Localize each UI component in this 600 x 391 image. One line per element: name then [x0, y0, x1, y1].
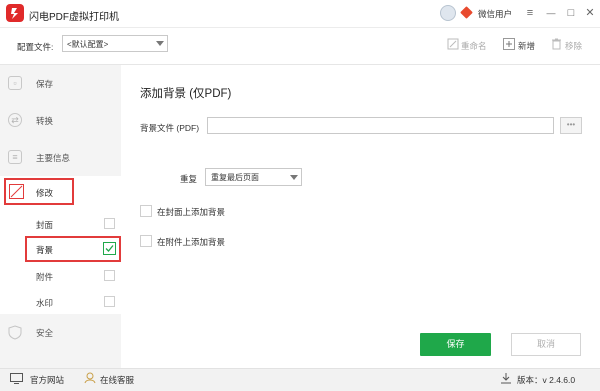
maximize-button[interactable]: □: [562, 4, 580, 22]
config-select-value: <默认配置>: [67, 40, 109, 49]
close-button[interactable]: ✕: [581, 4, 599, 22]
sidebar-item-security[interactable]: 安全: [0, 315, 121, 352]
attachment-background-label: 在附件上添加背景: [157, 237, 226, 247]
trash-icon: [552, 38, 561, 50]
sidebar-item-label: 主要信息: [36, 153, 71, 163]
sidebar-item-label: 保存: [36, 79, 54, 89]
check-icon[interactable]: [103, 242, 116, 255]
bg-file-input[interactable]: [207, 117, 554, 134]
subitem-cover[interactable]: 封面: [0, 210, 121, 236]
cover-checkbox[interactable]: [104, 218, 115, 229]
sidebar-item-edit[interactable]: 修改: [0, 176, 121, 213]
attachment-background-checkbox[interactable]: [140, 235, 152, 247]
bg-file-label: 背景文件 (PDF): [140, 123, 200, 133]
repeat-select-value: 重复最后页面: [211, 173, 259, 182]
sidebar-item-save[interactable]: ▫ 保存: [0, 65, 121, 102]
shield-icon: [8, 325, 22, 340]
repeat-label: 重复: [180, 174, 198, 184]
sidebar-item-convert[interactable]: ⇄ 转换: [0, 102, 121, 139]
monitor-icon: [10, 373, 23, 384]
plus-icon: [503, 38, 515, 50]
chevron-down-icon: [156, 41, 164, 46]
subitem-label: 水印: [36, 298, 54, 308]
cover-background-label: 在封面上添加背景: [157, 207, 226, 217]
sidebar-item-label: 安全: [36, 328, 54, 338]
remove-button[interactable]: 移除: [565, 40, 582, 52]
user-name[interactable]: 微信用户: [478, 8, 512, 20]
subitem-attachment[interactable]: 附件: [0, 262, 121, 288]
sidebar-item-label: 转换: [36, 116, 54, 126]
new-button[interactable]: 新增: [518, 40, 535, 52]
subitem-background[interactable]: 背景: [0, 236, 121, 262]
minimize-button[interactable]: —: [542, 4, 560, 22]
rename-button[interactable]: 重命名: [461, 40, 487, 52]
user-avatar-icon[interactable]: [440, 5, 456, 21]
download-icon: [501, 373, 511, 384]
subitem-watermark[interactable]: 水印: [0, 288, 121, 314]
website-link[interactable]: 官方网站: [30, 374, 64, 386]
attachment-checkbox[interactable]: [104, 270, 115, 281]
edit-icon: [9, 184, 24, 199]
sidebar-item-label: 修改: [36, 188, 54, 198]
support-icon: [84, 372, 96, 384]
cancel-button[interactable]: 取消: [511, 333, 581, 356]
subitem-label: 封面: [36, 220, 54, 230]
cover-background-checkbox[interactable]: [140, 205, 152, 217]
app-title: 闪电PDF虚拟打印机: [29, 12, 119, 23]
watermark-checkbox[interactable]: [104, 296, 115, 307]
rename-icon: [447, 38, 459, 50]
subitem-label: 附件: [36, 272, 54, 282]
version-text: 版本：v 2.4.6.0: [517, 375, 576, 385]
browse-button[interactable]: •••: [560, 117, 582, 134]
subitem-label: 背景: [36, 245, 54, 255]
info-icon: ≡: [8, 150, 22, 164]
panel-title: 添加背景 (仅PDF): [140, 88, 232, 100]
repeat-select[interactable]: 重复最后页面: [205, 168, 302, 186]
config-select[interactable]: <默认配置>: [62, 35, 168, 52]
menu-icon[interactable]: ≡: [521, 4, 539, 22]
sidebar-item-info[interactable]: ≡ 主要信息: [0, 139, 121, 176]
support-link[interactable]: 在线客服: [100, 374, 134, 386]
save-icon: ▫: [8, 76, 22, 90]
chevron-down-icon: [290, 175, 298, 180]
config-label: 配置文件:: [17, 42, 54, 52]
save-button[interactable]: 保存: [420, 333, 491, 356]
pdf-logo-icon: [6, 4, 24, 22]
convert-icon: ⇄: [8, 113, 22, 127]
